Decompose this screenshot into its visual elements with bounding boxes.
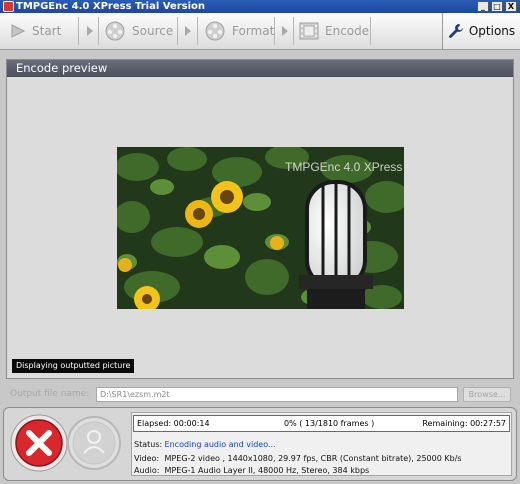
toolbar-divider (274, 17, 275, 45)
user-icon (67, 416, 121, 470)
elapsed-time: Elapsed: 00:00:14 (137, 419, 210, 428)
remaining-time: Remaining: 00:27:57 (422, 419, 506, 428)
video-value: MPEG-2 video , 1440x1080, 29.97 fps, CBR… (164, 454, 462, 463)
audio-value: MPEG-1 Audio Layer II, 48000 Hz, Stereo,… (164, 466, 370, 475)
browse-button[interactable]: Browse... (463, 387, 511, 402)
title-bar: TMPGEnc 4.0 XPress Trial Version _ □ X (0, 0, 520, 13)
progress-percent: 0% ( 13/1810 frames ) (284, 419, 375, 428)
status-line: Status: Encoding audio and video... (134, 440, 276, 449)
options-button[interactable]: Options (442, 13, 520, 49)
video-frame-image: TMPGEnc 4.0 XPress (117, 147, 404, 309)
panel-header: Encode preview (7, 60, 513, 77)
minimize-button[interactable]: _ (477, 1, 489, 12)
encode-progress-bar: Elapsed: 00:00:14 0% ( 13/1810 frames ) … (133, 415, 510, 432)
toolbar: Start Source Format Encode Options (0, 13, 520, 50)
source-label: Source (132, 24, 174, 38)
video-watermark: TMPGEnc 4.0 XPress (285, 160, 402, 174)
step-arrow-icon (185, 26, 191, 36)
window-title: TMPGEnc 4.0 XPress Trial Version (16, 1, 206, 12)
step-arrow-icon (282, 26, 288, 36)
format-label: Format (232, 24, 275, 38)
toolbar-divider (177, 17, 178, 45)
toolbar-divider (197, 17, 198, 45)
start-button[interactable]: Start (10, 14, 61, 48)
step-arrow-icon (87, 26, 93, 36)
preview-video-frame: TMPGEnc 4.0 XPress (117, 147, 404, 309)
output-file-row: Output file name: D:\SR1\ezsm.m2t Browse… (0, 386, 520, 404)
status-value: Encoding audio and video... (164, 440, 276, 449)
status-key: Status: (134, 440, 163, 449)
cancel-encode-button[interactable] (9, 413, 69, 473)
output-file-label: Output file name: (10, 389, 90, 399)
app-icon (3, 1, 14, 12)
toolbar-divider (370, 17, 371, 45)
play-icon (11, 24, 26, 38)
audio-line: Audio: MPEG-1 Audio Layer II, 48000 Hz, … (134, 466, 369, 475)
cancel-x-icon (10, 414, 68, 472)
video-line: Video: MPEG-2 video , 1440x1080, 29.97 f… (134, 454, 462, 463)
encode-label: Encode (325, 24, 370, 38)
encode-preview-panel: Encode preview TMPGEnc 4.0 XPress Displa… (6, 59, 514, 379)
source-button[interactable]: Source (104, 14, 173, 48)
encode-control-area: Elapsed: 00:00:14 0% ( 13/1810 frames ) … (3, 407, 517, 481)
preview-status-tag: Displaying outputted picture (12, 359, 135, 373)
film-reel-icon (105, 21, 125, 41)
video-key: Video: (134, 454, 160, 463)
window-controls: _ □ X (477, 1, 517, 12)
film-strip-icon (299, 22, 319, 40)
start-label: Start (32, 24, 62, 38)
close-button[interactable]: X (505, 1, 517, 12)
toolbar-divider (98, 17, 99, 45)
toolbar-divider (293, 17, 294, 45)
toolbar-divider (78, 17, 79, 45)
options-label: Options (468, 24, 516, 38)
user-assist-button[interactable] (66, 415, 122, 471)
maximize-button[interactable]: □ (491, 1, 503, 12)
audio-key: Audio: (134, 466, 160, 475)
wrench-icon (448, 24, 463, 38)
encode-info-box: Elapsed: 00:00:14 0% ( 13/1810 frames ) … (131, 412, 512, 476)
encode-button[interactable]: Encode (299, 14, 369, 48)
output-file-field[interactable]: D:\SR1\ezsm.m2t (96, 387, 458, 402)
film-reel-icon (205, 21, 225, 41)
format-button[interactable]: Format (204, 14, 274, 48)
